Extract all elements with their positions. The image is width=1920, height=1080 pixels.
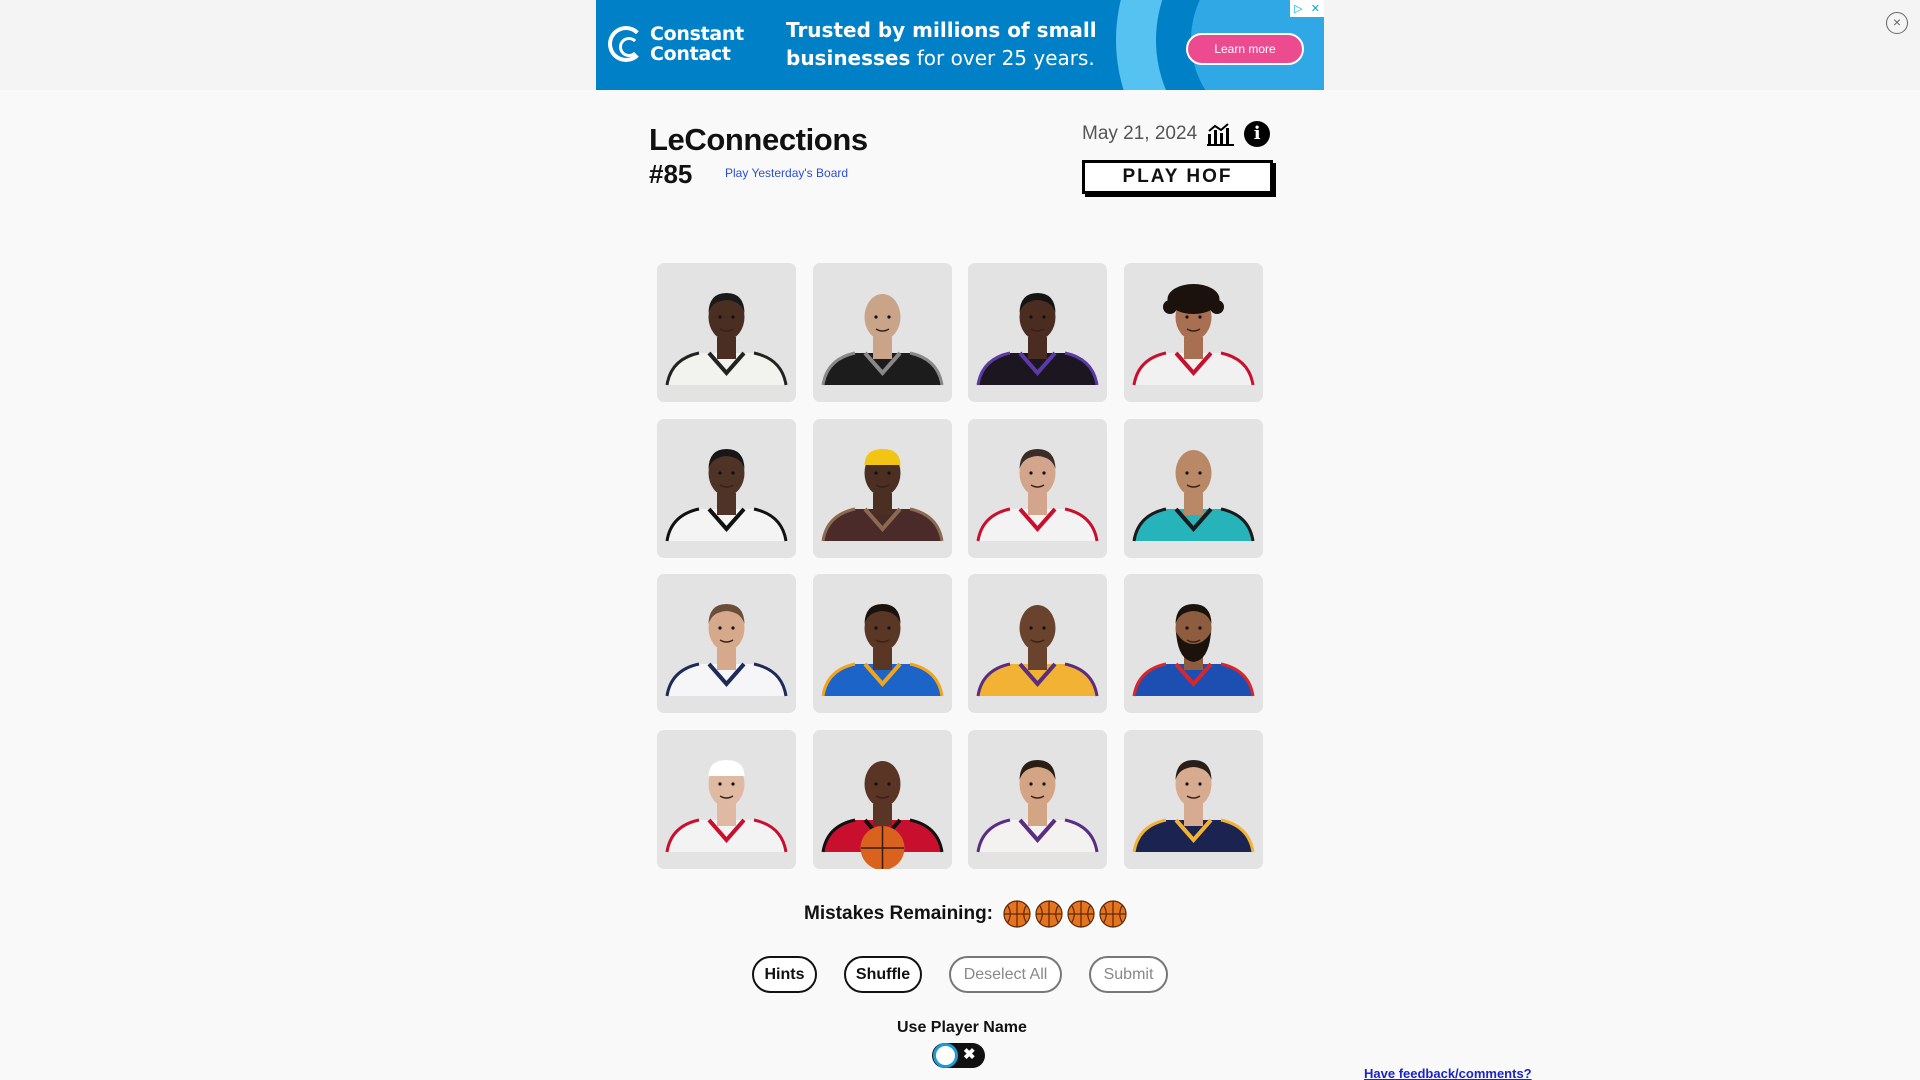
player-headshot-icon bbox=[821, 760, 943, 869]
basketball-icon bbox=[1099, 900, 1127, 928]
toggle-knob[interactable] bbox=[933, 1043, 958, 1068]
page-title: LeConnections bbox=[649, 122, 868, 157]
player-tile[interactable] bbox=[968, 418, 1107, 558]
ad-brand: Constant Contact bbox=[650, 24, 744, 64]
player-headshot-icon bbox=[976, 759, 1099, 852]
basketball-icon bbox=[1035, 900, 1063, 928]
player-headshot-icon bbox=[976, 448, 1099, 541]
play-hof-button[interactable]: PLAY HOF bbox=[1082, 160, 1273, 194]
info-icon[interactable]: i bbox=[1244, 121, 1271, 147]
ad-headline-rest: for over 25 years. bbox=[910, 46, 1095, 70]
player-grid bbox=[657, 263, 1263, 869]
player-tile[interactable] bbox=[968, 574, 1107, 713]
player-headshot-icon bbox=[821, 448, 943, 541]
player-tile[interactable] bbox=[1123, 263, 1263, 402]
player-tile[interactable] bbox=[812, 263, 952, 402]
player-tile[interactable] bbox=[657, 574, 796, 713]
player-headshot-icon bbox=[665, 448, 788, 541]
mistakes-label: Mistakes Remaining: bbox=[804, 903, 993, 924]
mistakes-remaining: Mistakes Remaining: bbox=[804, 900, 1127, 928]
player-tile[interactable] bbox=[968, 263, 1107, 402]
play-yesterday-link[interactable]: Play Yesterday's Board bbox=[725, 166, 848, 180]
ad-brand-line: Contact bbox=[650, 43, 731, 65]
bar-chart-icon[interactable] bbox=[1207, 122, 1235, 146]
close-ad-icon[interactable]: × bbox=[1886, 12, 1908, 34]
player-headshot-icon bbox=[976, 293, 1099, 386]
ad-choices-triangle-icon: ▷ bbox=[1294, 3, 1303, 15]
player-headshot-icon bbox=[1132, 449, 1254, 541]
player-headshot-icon bbox=[821, 604, 943, 697]
player-tile[interactable] bbox=[657, 418, 796, 558]
player-headshot-icon bbox=[1132, 284, 1254, 386]
mistakes-balls bbox=[999, 900, 1127, 928]
ad-banner[interactable]: Constant Contact Trusted by millions of … bbox=[596, 0, 1324, 90]
player-headshot-icon bbox=[665, 604, 788, 697]
shuffle-button[interactable]: Shuffle bbox=[844, 956, 922, 993]
date-row: May 21, 2024 i bbox=[1082, 121, 1271, 147]
toggle-off-icon: ✖ bbox=[963, 1046, 976, 1063]
player-tile[interactable] bbox=[812, 729, 952, 869]
hints-button[interactable]: Hints bbox=[752, 956, 817, 993]
constant-contact-logo-icon bbox=[608, 26, 644, 62]
player-headshot-icon bbox=[665, 293, 788, 386]
player-headshot-icon bbox=[1132, 759, 1254, 852]
ad-choices-icon[interactable]: ▷ ✕ bbox=[1290, 0, 1324, 17]
player-tile[interactable] bbox=[812, 418, 952, 558]
player-tile[interactable] bbox=[657, 729, 796, 869]
player-tile[interactable] bbox=[968, 729, 1107, 869]
player-tile[interactable] bbox=[812, 574, 952, 713]
player-tile[interactable] bbox=[657, 263, 796, 402]
ad-brand-line: Constant bbox=[650, 23, 744, 45]
player-tile[interactable] bbox=[1123, 418, 1263, 558]
player-headshot-icon bbox=[821, 294, 943, 386]
player-tile[interactable] bbox=[1123, 729, 1263, 869]
basketball-icon bbox=[1003, 900, 1031, 928]
ad-headline-bold: businesses bbox=[786, 46, 911, 70]
submit-button[interactable]: Submit bbox=[1089, 956, 1168, 993]
puzzle-number: #85 bbox=[649, 159, 693, 189]
deselect-all-button[interactable]: Deselect All bbox=[949, 956, 1062, 993]
feedback-link[interactable]: Have feedback/comments? bbox=[1364, 1066, 1532, 1080]
ad-learn-more-button[interactable]: Learn more bbox=[1186, 33, 1304, 65]
puzzle-date: May 21, 2024 bbox=[1082, 123, 1198, 144]
player-headshot-icon bbox=[1132, 604, 1254, 697]
use-player-name-label: Use Player Name bbox=[897, 1019, 1027, 1036]
ad-headline-bold: Trusted by millions of small bbox=[786, 18, 1097, 42]
basketball-icon bbox=[1067, 900, 1095, 928]
player-tile[interactable] bbox=[1123, 574, 1263, 713]
ad-close-icon[interactable]: ✕ bbox=[1311, 2, 1320, 15]
player-headshot-icon bbox=[665, 759, 788, 852]
use-player-name-toggle[interactable]: ✖ bbox=[932, 1043, 985, 1068]
player-headshot-icon bbox=[976, 605, 1099, 697]
ad-headline: Trusted by millions of small businesses … bbox=[786, 16, 1116, 72]
